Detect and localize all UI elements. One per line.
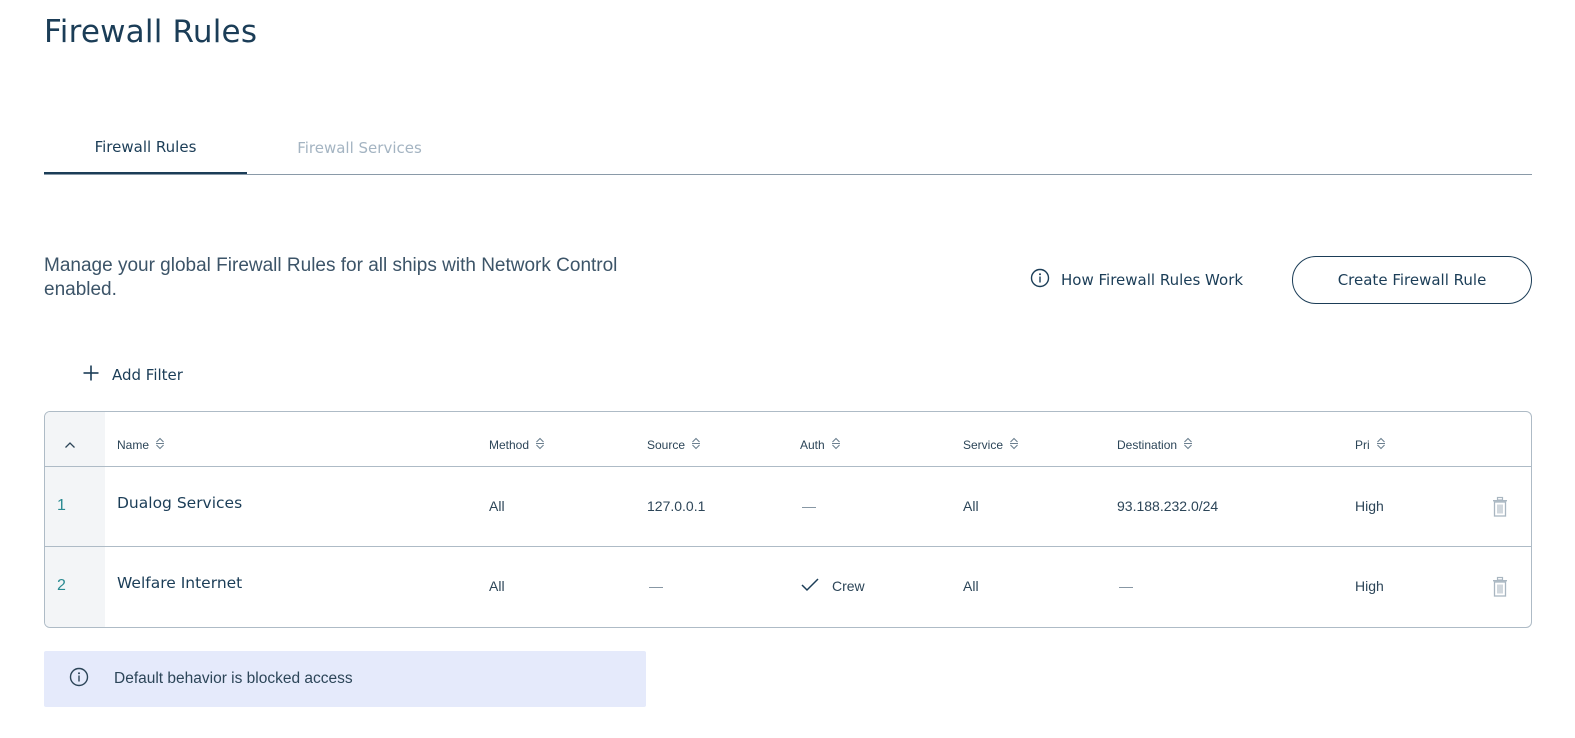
column-header-service[interactable]: Service [963,434,1019,456]
sort-arrows-icon [155,437,165,453]
header-divider [45,466,1531,467]
column-header-label: Method [489,438,530,452]
tab-firewall-services[interactable]: Firewall Services [258,122,461,174]
trash-icon[interactable] [1491,496,1509,518]
add-filter-button[interactable]: Add Filter [82,362,183,388]
rule-name: Welfare Internet [117,574,243,592]
create-firewall-rule-button[interactable]: Create Firewall Rule [1292,256,1532,304]
sort-arrows-icon [1009,437,1019,453]
sort-arrows-icon [535,437,545,453]
row-index: 1 [57,497,66,514]
rule-destination: 93.188.232.0/24 [1117,498,1219,514]
column-header-label: Pri [1355,438,1370,452]
rule-source: — [649,578,663,594]
column-header-source[interactable]: Source [647,434,701,456]
tab-bar: Firewall Rules Firewall Services [44,122,1532,175]
rule-priority: High [1355,578,1384,594]
trash-icon[interactable] [1491,576,1509,598]
row-index: 2 [57,577,66,594]
column-header-label: Service [963,438,1004,452]
rule-source: 127.0.0.1 [647,498,706,514]
add-filter-label: Add Filter [112,366,183,384]
rule-auth: Crew [800,574,865,598]
column-header-label: Destination [1117,438,1178,452]
tab-firewall-rules[interactable]: Firewall Rules [44,122,247,174]
rule-name: Dualog Services [117,494,243,512]
notice-text: Default behavior is blocked access [114,670,353,687]
page-title: Firewall Rules [44,14,258,50]
firewall-rules-page: Firewall Rules Firewall Rules Firewall S… [0,0,1575,738]
rule-auth: — [802,498,816,514]
rule-auth-label: Crew [832,578,865,594]
column-header-name[interactable]: Name [117,434,165,456]
sort-arrows-icon [831,437,841,453]
how-link-label: How Firewall Rules Work [1061,271,1244,289]
column-header-label: Name [117,438,150,452]
rule-method: All [489,498,505,514]
row-divider [45,546,1531,547]
rule-service: All [963,578,979,594]
column-header-method[interactable]: Method [489,434,545,456]
column-header-priority[interactable]: Pri [1355,434,1386,456]
column-header-label: Source [647,438,686,452]
sort-arrows-icon [691,437,701,453]
sort-arrows-icon [1376,437,1386,453]
rule-service: All [963,498,979,514]
rule-method: All [489,578,505,594]
info-circle-icon [1030,268,1050,292]
rule-priority: High [1355,498,1384,514]
how-firewall-rules-work-link[interactable]: How Firewall Rules Work [1030,268,1243,292]
column-header-destination[interactable]: Destination [1117,434,1193,456]
column-header-label: Auth [800,438,825,452]
sort-arrows-icon [1183,437,1193,453]
page-description: Manage your global Firewall Rules for al… [44,255,618,300]
checkmark-icon [800,577,820,596]
rule-destination: — [1119,578,1133,594]
info-circle-icon [69,667,89,692]
chevron-up-icon[interactable] [61,436,79,454]
default-behavior-notice: Default behavior is blocked access [44,651,646,707]
plus-icon [82,364,100,386]
column-header-auth[interactable]: Auth [800,434,841,456]
firewall-rules-table: Name Method Source Auth Service Destinat… [44,411,1532,628]
